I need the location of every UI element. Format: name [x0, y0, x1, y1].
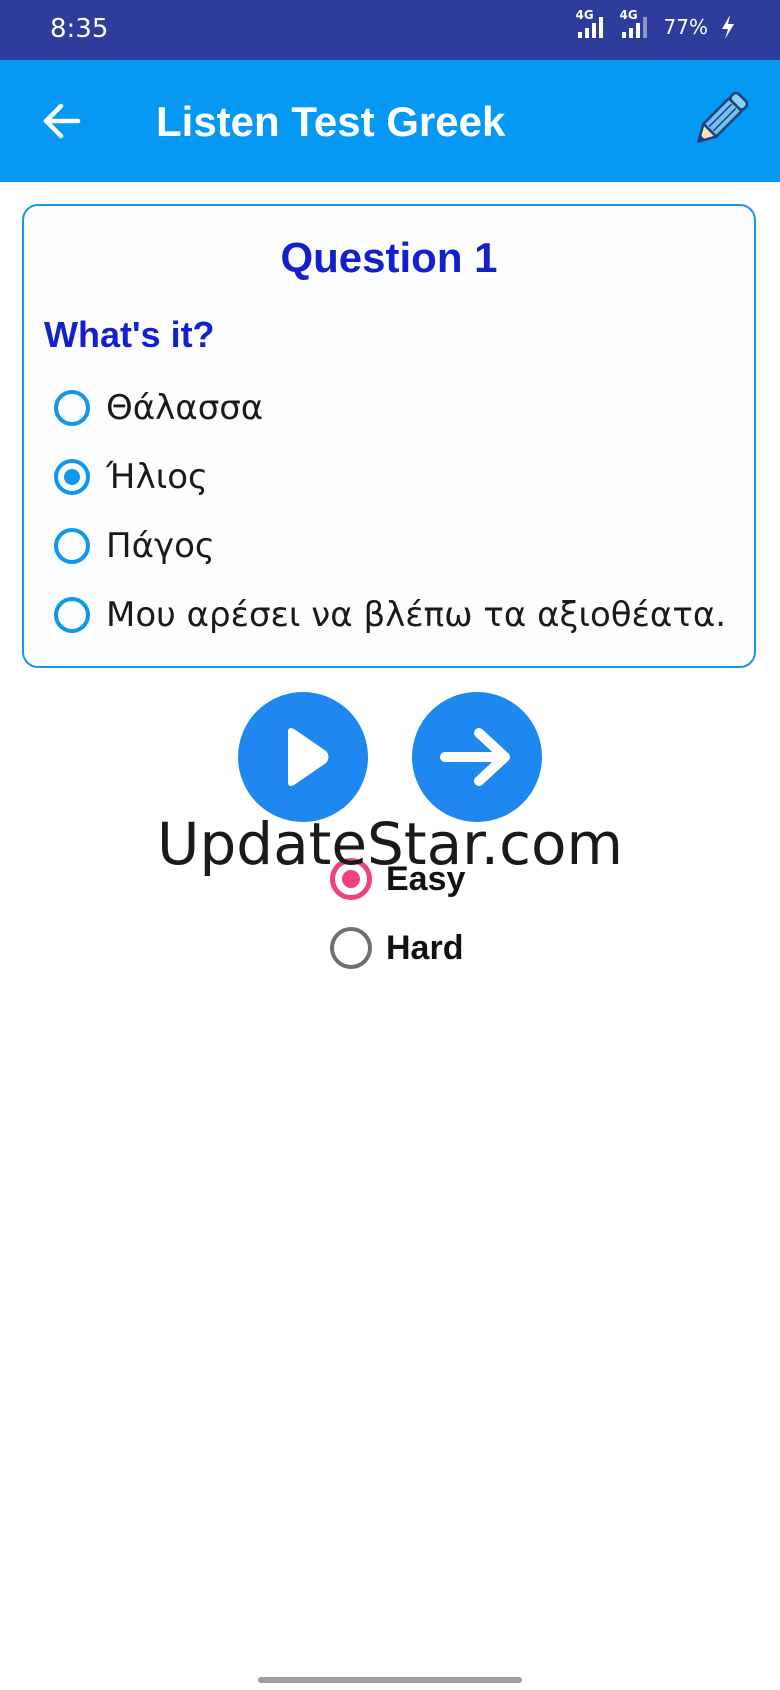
radio-button-selected[interactable]: [330, 858, 372, 900]
answer-option[interactable]: Ήλιος: [54, 449, 208, 505]
answer-option[interactable]: Θάλασσα: [54, 380, 263, 436]
radio-button[interactable]: [330, 927, 372, 969]
arrow-right-icon: [440, 728, 510, 786]
battery-charging-icon: [722, 15, 734, 39]
status-bar: 8:35 4G 4G 77%: [0, 0, 780, 60]
app-bar: Listen Test Greek: [0, 60, 780, 182]
answer-option[interactable]: Πάγος: [54, 518, 215, 574]
next-button[interactable]: [412, 692, 542, 822]
difficulty-label: Easy: [386, 859, 466, 898]
radio-button[interactable]: [54, 528, 90, 564]
signal-icon: 4G: [576, 8, 608, 40]
answer-option[interactable]: Μου αρέσει να βλέπω τα αξιοθέατα.: [54, 587, 726, 643]
battery-percent: 77%: [663, 15, 708, 39]
screen: 8:35 4G 4G 77% Listen Test Greek Questio…: [0, 0, 780, 1690]
question-prompt: What's it?: [44, 314, 215, 355]
gesture-nav-handle[interactable]: [258, 1677, 522, 1683]
signal-icon: 4G: [620, 8, 652, 40]
answer-option-label: Θάλασσα: [106, 388, 264, 428]
answer-option-label: Ήλιος: [106, 457, 208, 497]
radio-button-selected[interactable]: [54, 459, 90, 495]
status-time: 8:35: [50, 14, 109, 44]
page-title: Listen Test Greek: [156, 98, 506, 145]
arrow-left-icon: [43, 103, 81, 139]
answer-option-label: Μου αρέσει να βλέπω τα αξιοθέατα.: [106, 595, 727, 635]
difficulty-hard-option[interactable]: Hard: [330, 923, 463, 973]
question-number: Question 1: [280, 234, 498, 281]
edit-button[interactable]: [686, 88, 752, 154]
pencil-icon: [697, 91, 749, 143]
difficulty-label: Hard: [386, 928, 464, 967]
radio-button[interactable]: [54, 390, 90, 426]
answer-option-label: Πάγος: [106, 526, 215, 566]
radio-button[interactable]: [54, 597, 90, 633]
status-icons: 4G 4G 77%: [576, 8, 736, 40]
back-button[interactable]: [36, 96, 86, 146]
difficulty-easy-option[interactable]: Easy: [330, 854, 465, 904]
play-icon: [288, 728, 329, 786]
question-card: Question 1 What's it? Θάλασσα Ήλιος Πάγο…: [22, 204, 756, 668]
play-button[interactable]: [238, 692, 368, 822]
